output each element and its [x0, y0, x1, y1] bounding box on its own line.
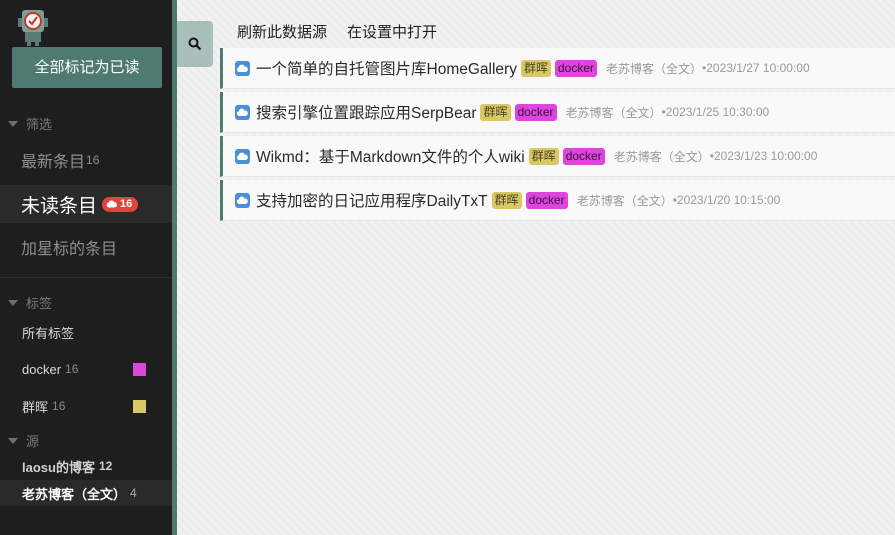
toolbar: 刷新此数据源 在设置中打开 — [237, 21, 437, 42]
entry-tag-docker[interactable]: docker — [514, 103, 557, 121]
source-laosu-count: 12 — [98, 459, 113, 473]
entry-date: •2023/1/25 10:30:00 — [661, 105, 770, 119]
filter-section-header[interactable]: 筛选 — [8, 114, 52, 133]
sources-section-header[interactable]: 源 — [8, 431, 39, 450]
tags-header-label: 标签 — [26, 296, 53, 311]
entry-title[interactable]: Wikmd：基于Markdown文件的个人wiki — [256, 145, 525, 167]
unread-count: 16 — [120, 198, 133, 210]
source-fulltext-count: 4 — [130, 486, 137, 500]
nav-newest[interactable]: 最新条目 16 — [0, 148, 172, 172]
nav-unread-label: 未读条目 — [21, 195, 98, 217]
unread-count-badge: 16 — [102, 196, 139, 212]
tag-docker-color-swatch[interactable] — [133, 363, 146, 376]
entry-tag-docker[interactable]: docker — [525, 191, 568, 209]
caret-down-icon — [8, 299, 18, 306]
entry-tag-qunhui[interactable]: 群晖 — [491, 191, 522, 209]
tag-docker-label: docker — [22, 361, 62, 377]
entry-tag-qunhui[interactable]: 群晖 — [528, 147, 559, 165]
refresh-source-button[interactable]: 刷新此数据源 — [237, 21, 327, 42]
entry-row[interactable]: 一个简单的自托管图片库HomeGallery 群晖 docker 老苏博客（全文… — [220, 48, 895, 89]
nav-starred[interactable]: 加星标的条目 — [0, 235, 172, 259]
entry-source: 老苏博客（全文） — [565, 105, 662, 120]
robot-logo-icon — [18, 10, 48, 46]
caret-down-icon — [8, 120, 18, 127]
feed-favicon-icon — [235, 104, 250, 120]
nav-newest-label: 最新条目 — [21, 154, 86, 171]
all-tags-label: 所有标签 — [22, 325, 75, 341]
tag-qunhui-count: 16 — [52, 399, 66, 413]
tag-qunhui-label: 群晖 — [22, 399, 49, 415]
entry-row[interactable]: 支持加密的日记应用程序DailyTxT 群晖 docker 老苏博客（全文） •… — [220, 180, 895, 221]
source-item-laosu-fulltext[interactable]: 老苏博客（全文） 4 — [0, 480, 172, 506]
caret-down-icon — [8, 437, 18, 444]
entry-title[interactable]: 搜索引擎位置跟踪应用SerpBear — [256, 101, 476, 123]
entry-tag-qunhui[interactable]: 群晖 — [480, 103, 511, 121]
tag-docker-count: 16 — [65, 362, 79, 376]
entry-row[interactable]: 搜索引擎位置跟踪应用SerpBear 群晖 docker 老苏博客（全文） •2… — [220, 92, 895, 133]
entry-tag-docker[interactable]: docker — [562, 147, 605, 165]
sidebar-border — [172, 0, 177, 535]
tag-item-qunhui[interactable]: 群晖 16 — [0, 395, 172, 417]
mark-all-read-button[interactable]: 全部标记为已读 — [12, 47, 162, 88]
search-icon — [188, 37, 202, 51]
entry-date: •2023/1/20 10:15:00 — [672, 193, 781, 207]
entry-row[interactable]: Wikmd：基于Markdown文件的个人wiki 群晖 docker 老苏博客… — [220, 136, 895, 177]
nav-newest-count: 16 — [86, 153, 100, 167]
filter-header-label: 筛选 — [26, 117, 53, 132]
entry-source: 老苏博客（全文） — [613, 149, 710, 164]
entry-tag-qunhui[interactable]: 群晖 — [520, 59, 551, 77]
tag-qunhui-color-swatch[interactable] — [133, 400, 146, 413]
source-laosu-label: laosu的博客 — [22, 459, 95, 475]
feed-favicon-icon — [235, 60, 250, 76]
nav-starred-label: 加星标的条目 — [21, 241, 118, 258]
entry-title[interactable]: 支持加密的日记应用程序DailyTxT — [256, 189, 488, 211]
entry-tag-docker[interactable]: docker — [554, 59, 597, 77]
nav-unread[interactable]: 未读条目 16 — [0, 185, 172, 223]
entry-date: •2023/1/23 10:00:00 — [709, 149, 818, 163]
entry-title[interactable]: 一个简单的自托管图片库HomeGallery — [256, 57, 517, 79]
entry-source: 老苏博客（全文） — [576, 193, 673, 208]
search-button[interactable] — [177, 21, 213, 67]
feed-favicon-icon — [235, 148, 250, 164]
sidebar: 全部标记为已读 筛选 最新条目 16 未读条目 16 加星标的条目 标签 所有标… — [0, 0, 172, 535]
source-fulltext-label: 老苏博客（全文） — [22, 486, 127, 502]
open-in-settings-button[interactable]: 在设置中打开 — [347, 21, 437, 42]
tags-section-header[interactable]: 标签 — [8, 293, 52, 312]
cloud-icon — [106, 200, 117, 208]
feed-favicon-icon — [235, 192, 250, 208]
divider — [0, 277, 172, 278]
sources-header-label: 源 — [26, 434, 40, 449]
entry-source: 老苏博客（全文） — [606, 61, 703, 76]
entry-date: •2023/1/27 10:00:00 — [702, 61, 810, 75]
source-item-laosu[interactable]: laosu的博客 12 — [0, 455, 172, 477]
all-tags-link[interactable]: 所有标签 — [0, 321, 172, 343]
tag-item-docker[interactable]: docker 16 — [0, 358, 172, 380]
